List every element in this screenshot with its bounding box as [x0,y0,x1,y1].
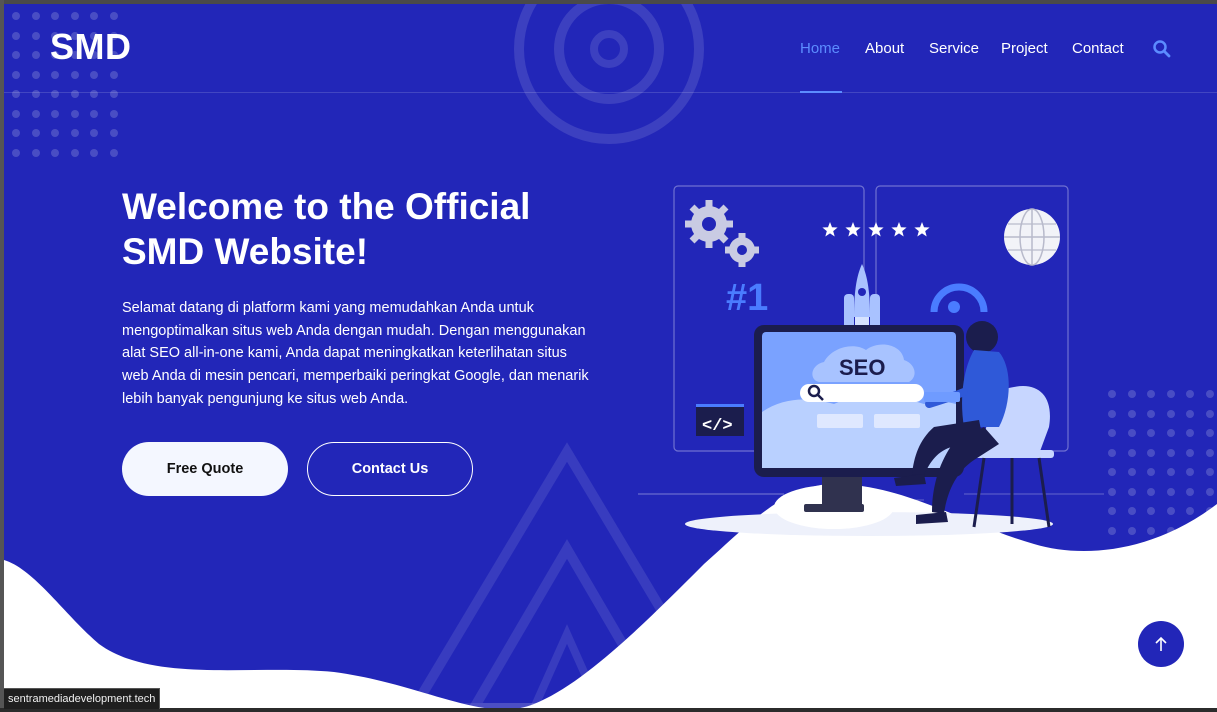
page-viewport: SMD Home About Service Project Contact W… [4,4,1217,708]
arrow-up-icon [1155,636,1167,651]
nav-contact[interactable]: Contact [1072,40,1124,57]
search-icon[interactable] [1152,39,1172,59]
hero-title-line2: SMD Website! [122,231,369,272]
hero-title: Welcome to the Official SMD Website! [122,184,582,274]
globe-icon [1004,208,1060,266]
signal-icon [930,283,988,313]
seo-label: SEO [839,355,885,380]
free-quote-button[interactable]: Free Quote [122,442,288,496]
nav-about[interactable]: About [865,40,904,57]
rank-number-label: #1 [726,277,768,319]
nav-service[interactable]: Service [929,40,979,57]
seo-illustration: #1 SEO </> [638,185,1104,536]
star-icon [845,222,861,237]
nav-home[interactable]: Home [800,40,840,57]
hero-description: Selamat datang di platform kami yang mem… [122,300,589,407]
star-icon [822,222,838,237]
star-icon [891,222,907,237]
status-bar-url: sentramediadevelopment.tech [4,688,161,709]
scroll-to-top-button[interactable] [1138,621,1184,667]
header-divider [4,92,1217,93]
site-logo[interactable]: SMD [50,26,132,68]
window-frame-bottom [0,708,1217,712]
hero-title-line1: Welcome to the Official [122,186,531,227]
nav-project[interactable]: Project [1001,40,1048,57]
nav-active-indicator [800,91,842,93]
star-icon [914,222,930,237]
contact-us-button[interactable]: Contact Us [307,442,473,496]
code-label: </> [702,417,733,436]
